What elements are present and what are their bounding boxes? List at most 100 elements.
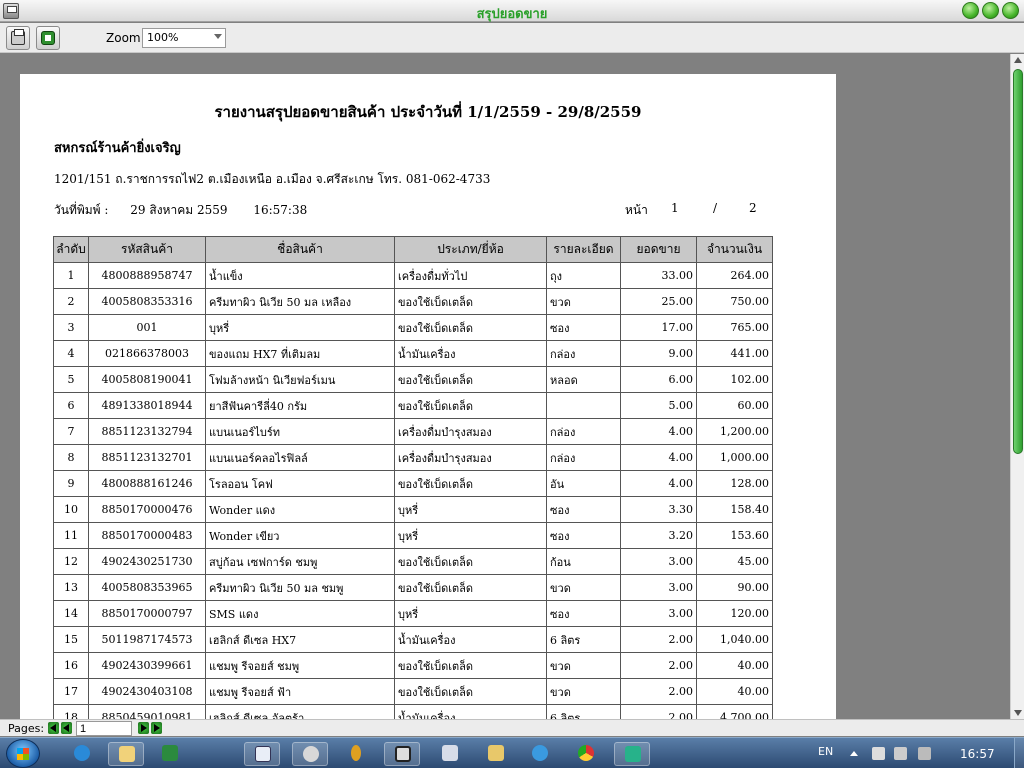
column-header: ประเภท/ยี่ห้อ [394,236,547,263]
table-cell: 3.00 [620,574,697,601]
table-cell: แบนเนอร์ไบร์ท [205,418,395,445]
table-cell: ซอง [546,522,621,549]
page-number-input[interactable] [76,721,132,736]
table-cell: ซอง [546,496,621,523]
volume-icon[interactable] [894,747,907,760]
column-header: ลำดับ [53,236,89,263]
folder-icon[interactable] [478,742,514,766]
vertical-scrollbar[interactable] [1010,54,1024,719]
table-cell: เครื่องดื่มบำรุงสมอง [394,418,547,445]
messenger-icon[interactable] [522,742,558,766]
table-row: 10 8850170000476 Wonder แดง บุหรี่ ซอง 3.30 15… [53,496,773,523]
zoom-select[interactable]: 100% [142,28,226,48]
table-cell: 2.00 [620,652,697,679]
table-cell: 4,700.00 [696,704,773,719]
table-cell: 6 [53,392,89,419]
table-cell: 3.00 [620,600,697,627]
table-cell: 128.00 [696,470,773,497]
table-cell: บุหรี่ [205,314,395,341]
table-cell: 4800888958747 [88,262,206,289]
scrollbar-thumb[interactable] [1013,69,1023,454]
table-cell: ของใช้เบ็ดเตล็ด [394,548,547,575]
table-row: 2 4005808353316 ครีมทาผิว นิเวีย 50 มล เหล… [53,288,773,315]
table-cell: 17.00 [620,314,697,341]
maximize-button[interactable] [982,2,999,19]
excel-icon[interactable] [152,742,188,766]
page-label: หน้า [625,203,648,217]
table-body: 1 4800888958747 น้ำแข็ง เครื่องดื่มทั่วไป ถุ… [53,262,773,719]
table-cell: 3 [53,314,89,341]
table-cell: 4800888161246 [88,470,206,497]
table-cell: 3.00 [620,548,697,575]
notepad-icon[interactable] [432,742,468,766]
table-header-row: ลำดับ รหัสสินค้า ชื่อสินค้า ประเภท/ยี่ห้อ รา… [53,236,773,263]
scroll-up-icon[interactable] [1014,57,1022,63]
file-explorer-icon[interactable] [108,742,144,766]
key-icon[interactable] [338,742,374,766]
export-icon [41,31,55,45]
table-cell: 5.00 [620,392,697,419]
table-cell: ซอง [546,600,621,627]
first-page-button[interactable] [48,722,59,734]
table-row: 1 4800888958747 น้ำแข็ง เครื่องดื่มทั่วไป ถุ… [53,262,773,289]
last-page-button[interactable] [151,722,162,734]
action-center-icon[interactable] [872,747,885,760]
report-app-icon[interactable] [614,742,650,766]
table-cell: ของใช้เบ็ดเตล็ด [394,392,547,419]
language-indicator[interactable]: EN [818,745,833,758]
table-cell: 11 [53,522,89,549]
print-button[interactable] [6,26,30,50]
scroll-down-icon[interactable] [1014,710,1022,716]
table-cell: กล่อง [546,340,621,367]
show-hidden-icons[interactable] [850,751,858,756]
table-cell: 001 [88,314,206,341]
print-date: 29 สิงหาคม 2559 [130,203,228,217]
table-row: 6 4891338018944 ยาสีฟันคารีลี่40 กรัม ของใช… [53,392,773,419]
table-cell: 5 [53,366,89,393]
table-cell: ของแถม HX7 ที่เติมลม [205,340,395,367]
table-cell: 8850459010981 [88,704,206,719]
table-cell: 4.00 [620,444,697,471]
table-row: 12 4902430251730 สบู่ก้อน เซฟการ์ด ชมพู ของ… [53,548,773,575]
table-cell: 8850170000797 [88,600,206,627]
table-cell: ยาสีฟันคารีลี่40 กรัม [205,392,395,419]
table-cell: 12 [53,548,89,575]
table-cell: 10 [53,496,89,523]
chrome-icon[interactable] [568,742,604,766]
report-title: รายงานสรุปยอดขายสินค้า ประจำวันที่ 1/1/2… [214,103,642,121]
show-desktop-button[interactable] [1014,738,1024,768]
paint-icon[interactable] [292,742,328,766]
table-cell: โรลออน โคฟ [205,470,395,497]
next-page-button[interactable] [138,722,149,734]
company-address: 1201/151 ถ.ราชการรถไฟ2 ต.เมืองเหนือ อ.เม… [54,172,491,186]
table-cell: 2.00 [620,626,697,653]
table-cell: 8851123132794 [88,418,206,445]
report-page: รายงานสรุปยอดขายสินค้า ประจำวันที่ 1/1/2… [20,74,836,719]
table-cell: 8850170000483 [88,522,206,549]
table-cell: กล่อง [546,418,621,445]
table-row: 18 8850459010981 เฮลิกส์ ดีเซล อัลตร้า น้ำม… [53,704,773,719]
table-cell: 6.00 [620,366,697,393]
prev-page-button[interactable] [61,722,72,734]
table-cell: น้ำมันเครื่อง [394,340,547,367]
table-row: 11 8850170000483 Wonder เขียว บุหรี่ ซอง 3.20… [53,522,773,549]
table-row: 16 4902430399661 แชมพู รีจอยส์ ชมพู ของใช้เ… [53,652,773,679]
table-cell: 9 [53,470,89,497]
table-cell: 4005808353316 [88,288,206,315]
clock[interactable]: 16:57 [960,747,995,761]
column-header: ชื่อสินค้า [205,236,395,263]
zoom-value: 100% [147,31,179,44]
internet-explorer-icon[interactable] [64,742,100,766]
export-button[interactable] [36,26,60,50]
table-cell: 90.00 [696,574,773,601]
close-button[interactable] [1002,2,1019,19]
table-cell: 4902430399661 [88,652,206,679]
column-header: จำนวนเงิน [696,236,773,263]
table-cell: 7 [53,418,89,445]
network-icon[interactable] [918,747,931,760]
start-button[interactable] [6,739,40,768]
camera-icon[interactable] [384,742,420,766]
table-row: 15 5011987174573 เฮลิกส์ ดีเซล HX7 น้ำมันเค… [53,626,773,653]
minimize-button[interactable] [962,2,979,19]
word-icon[interactable] [244,742,280,766]
